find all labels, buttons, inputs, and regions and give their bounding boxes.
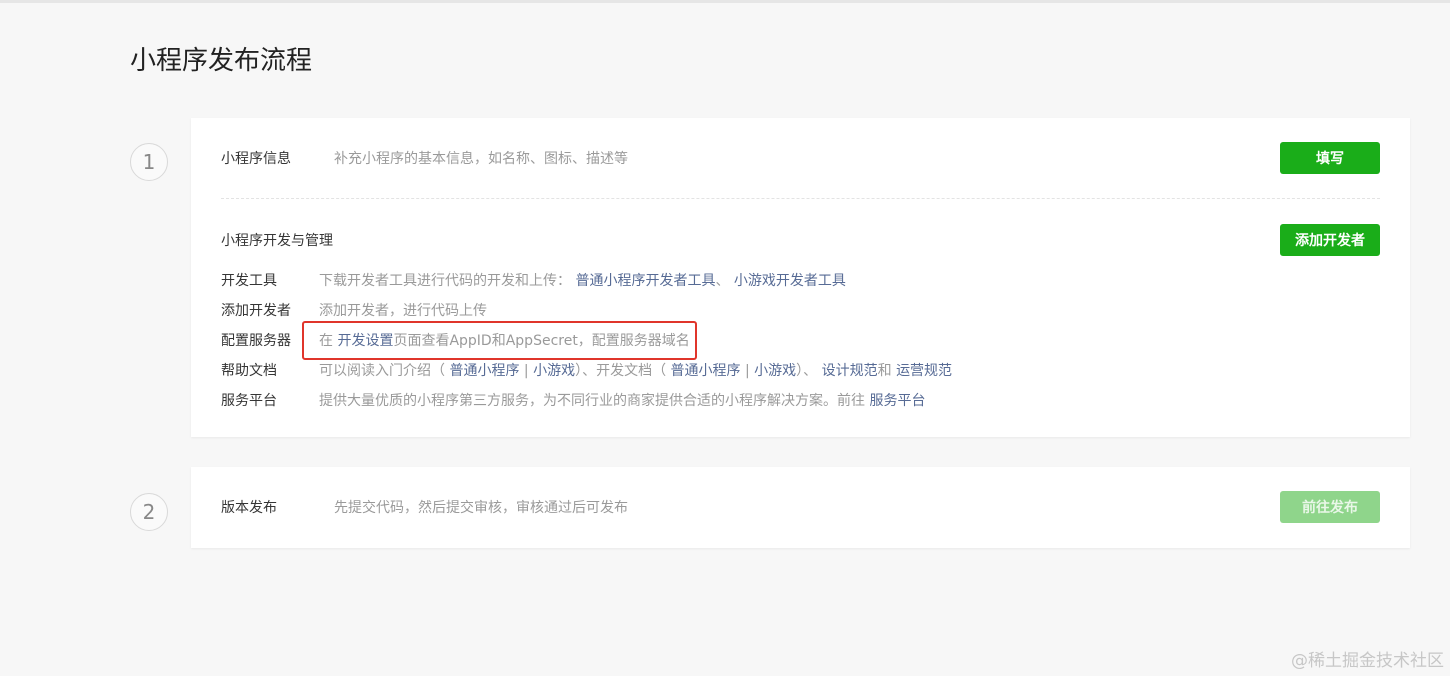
step-number-1: 1	[130, 143, 168, 181]
minigame-devtools-link[interactable]: 小游戏开发者工具	[734, 273, 846, 289]
page-title: 小程序发布流程	[130, 46, 313, 76]
dev-tools-desc-text: 下载开发者工具进行代码的开发和上传：	[319, 273, 571, 289]
configure-server-label: 配置服务器	[221, 333, 291, 349]
section-divider	[221, 198, 1380, 199]
docs-mini-program-link[interactable]: 普通小程序	[671, 363, 741, 379]
help-docs-label: 帮助文档	[221, 363, 277, 379]
service-platform-desc: 提供大量优质的小程序第三方服务，为不同行业的商家提供合适的小程序解决方案。前往 …	[319, 391, 925, 411]
design-guidelines-link[interactable]: 设计规范	[822, 363, 878, 379]
help-docs-text-4: 和	[877, 363, 892, 379]
version-release-desc: 先提交代码，然后提交审核，审核通过后可发布	[334, 500, 628, 516]
go-release-button[interactable]: 前往发布	[1280, 491, 1380, 523]
dev-tools-label: 开发工具	[221, 273, 277, 289]
help-docs-text-1: 可以阅读入门介绍（	[319, 363, 445, 379]
docs-minigame-link[interactable]: 小游戏	[754, 363, 796, 379]
highlight-annotation-box	[302, 321, 697, 360]
step-1-card: 小程序信息 补充小程序的基本信息，如名称、图标、描述等 填写 小程序开发与管理 …	[191, 118, 1410, 437]
help-docs-desc: 可以阅读入门介绍（ 普通小程序 | 小游戏）、开发文档（ 普通小程序 | 小游戏…	[319, 361, 952, 381]
service-platform-text: 提供大量优质的小程序第三方服务，为不同行业的商家提供合适的小程序解决方案。前往	[319, 393, 865, 409]
intro-mini-program-link[interactable]: 普通小程序	[449, 363, 519, 379]
dev-tools-desc: 下载开发者工具进行代码的开发和上传： 普通小程序开发者工具、 小游戏开发者工具	[319, 271, 846, 291]
fill-in-button[interactable]: 填写	[1280, 142, 1380, 174]
add-developer-button[interactable]: 添加开发者	[1280, 224, 1380, 256]
add-developer-desc: 添加开发者，进行代码上传	[319, 303, 487, 319]
add-developer-label: 添加开发者	[221, 303, 291, 319]
step-number-2: 2	[130, 493, 168, 531]
watermark: @稀土掘金技术社区	[1291, 651, 1444, 671]
dev-tools-separator: 、	[715, 273, 730, 289]
service-platform-label: 服务平台	[221, 393, 277, 409]
operation-guidelines-link[interactable]: 运营规范	[896, 363, 952, 379]
help-docs-bar-2: |	[744, 363, 750, 379]
mini-program-devtools-link[interactable]: 普通小程序开发者工具	[575, 273, 715, 289]
help-docs-text-3: ）、	[796, 363, 818, 379]
mini-program-info-desc: 补充小程序的基本信息，如名称、图标、描述等	[334, 151, 628, 167]
intro-minigame-link[interactable]: 小游戏	[533, 363, 575, 379]
dev-management-title: 小程序开发与管理	[221, 233, 333, 249]
help-docs-bar-1: |	[523, 363, 529, 379]
help-docs-text-2: ）、开发文档（	[575, 363, 667, 379]
step-2-card: 版本发布 先提交代码，然后提交审核，审核通过后可发布 前往发布	[191, 467, 1410, 548]
version-release-label: 版本发布	[221, 500, 277, 516]
service-platform-link[interactable]: 服务平台	[869, 393, 925, 409]
top-border	[0, 0, 1450, 3]
mini-program-info-label: 小程序信息	[221, 151, 291, 167]
